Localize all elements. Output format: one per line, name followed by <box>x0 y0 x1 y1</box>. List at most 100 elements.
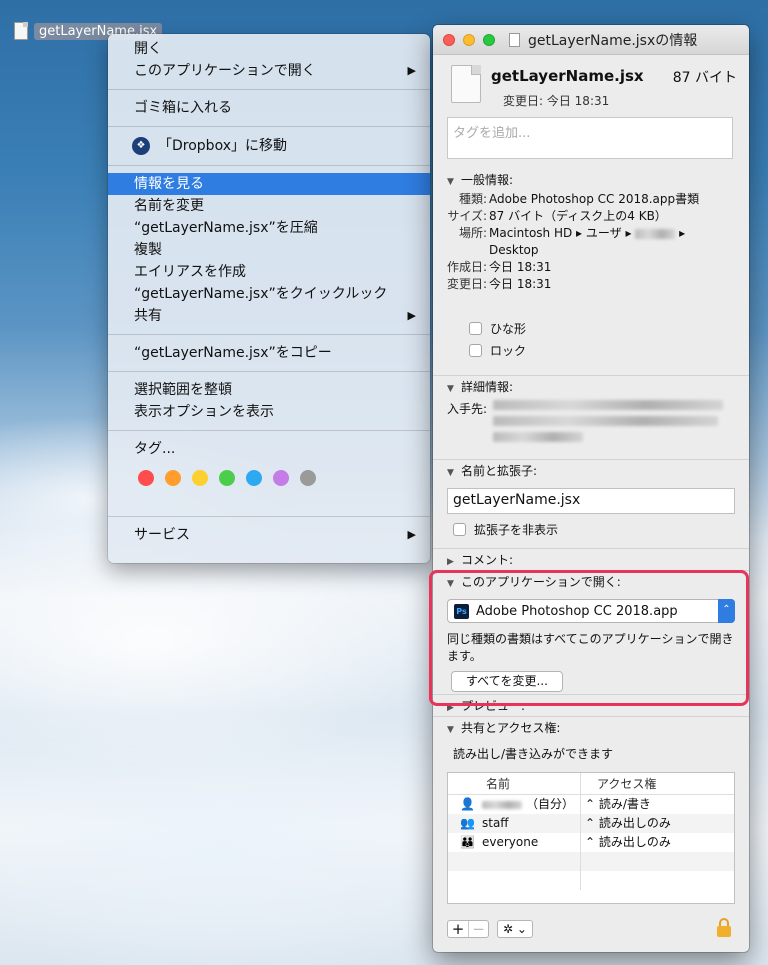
menu-clean-up[interactable]: 選択範囲を整頓 <box>108 379 430 401</box>
tag-color-dot[interactable] <box>273 470 289 486</box>
info-window: getLayerName.jsxの情報 getLayerName.jsx 87 … <box>433 25 749 952</box>
tag-input[interactable]: タグを追加... <box>447 117 733 159</box>
menu-compress[interactable]: “getLayerName.jsx”を圧縮 <box>108 217 430 239</box>
close-icon[interactable] <box>443 33 455 46</box>
add-icon[interactable]: + <box>448 921 468 937</box>
stationery-checkbox[interactable]: ひな形 <box>433 317 749 339</box>
privilege-popup[interactable]: ⌃ 読み/書き <box>581 795 651 814</box>
section-general: ▼ 一般情報: 種類: Adobe Photoshop CC 2018.app書類 … <box>433 169 749 375</box>
menu-quick-look[interactable]: “getLayerName.jsx”をクイックルック <box>108 283 430 305</box>
file-size: 87 バイト <box>672 70 737 86</box>
disclosure-down-icon: ▼ <box>447 468 454 478</box>
menu-get-info[interactable]: 情報を見る <box>108 173 430 195</box>
tag-color-dot[interactable] <box>219 470 235 486</box>
table-row[interactable]: 👪 everyone ⌃ 読み出しのみ <box>448 833 734 852</box>
table-row-empty <box>448 871 734 890</box>
size-label: サイズ: <box>447 209 487 223</box>
menu-separator <box>108 89 430 90</box>
disclosure-down-icon: ▼ <box>447 177 454 187</box>
zoom-icon[interactable] <box>483 33 495 46</box>
document-icon <box>14 22 28 40</box>
menu-trash[interactable]: ゴミ箱に入れる <box>108 97 430 119</box>
tag-color-dot[interactable] <box>246 470 262 486</box>
window-title: getLayerName.jsxの情報 <box>528 32 698 49</box>
submenu-arrow-icon: ▶ <box>407 64 416 77</box>
menu-dropbox-label: 「Dropbox」に移動 <box>158 138 287 154</box>
menu-tags[interactable]: タグ... <box>108 438 430 460</box>
menu-separator <box>108 516 430 517</box>
menu-open-with-label: このアプリケーションで開く <box>134 63 316 79</box>
tag-color-dot[interactable] <box>165 470 181 486</box>
menu-make-alias[interactable]: エイリアスを作成 <box>108 261 430 283</box>
file-modified: 変更日: 今日 18:31 <box>503 94 610 108</box>
everyone-icon: 👪 <box>460 835 475 849</box>
section-header-sharing[interactable]: ▼ 共有とアクセス権: <box>433 717 749 739</box>
table-row[interactable]: 👤 （自分） ⌃ 読み/書き <box>448 795 734 814</box>
context-menu: 開く このアプリケーションで開く ▶ ゴミ箱に入れる ❖ 「Dropbox」に移… <box>108 34 430 563</box>
menu-duplicate[interactable]: 複製 <box>108 239 430 261</box>
tag-color-dot[interactable] <box>138 470 154 486</box>
file-icon <box>451 65 481 103</box>
tag-color-row <box>108 460 430 496</box>
section-header-comments[interactable]: ▶ コメント: <box>433 549 749 571</box>
section-header-general[interactable]: ▼ 一般情報: <box>433 169 749 191</box>
user-name: （自分） <box>526 797 575 811</box>
tag-color-dot[interactable] <box>300 470 316 486</box>
section-header-name-ext[interactable]: ▼ 名前と拡張子: <box>433 460 749 482</box>
group-icon: 👥 <box>460 816 475 830</box>
permissions-table: 名前 アクセス権 👤 （自分） ⌃ 読み/書き 👥 staff ⌃ 読み出しのみ 👪… <box>447 772 735 904</box>
modified-label: 変更日: <box>446 277 487 291</box>
file-name: getLayerName.jsx <box>491 67 644 85</box>
where-value-desktop: Desktop <box>489 243 539 257</box>
section-header-more-info[interactable]: ▼ 詳細情報: <box>433 376 749 398</box>
menu-copy[interactable]: “getLayerName.jsx”をコピー <box>108 342 430 364</box>
tag-color-dot[interactable] <box>192 470 208 486</box>
section-comments: ▶ コメント: <box>433 548 749 570</box>
privilege-popup[interactable]: ⌃ 読み出しのみ <box>581 833 671 852</box>
name-field[interactable]: getLayerName.jsx <box>447 488 735 514</box>
menu-separator <box>108 430 430 431</box>
hide-extension-checkbox[interactable]: 拡張子を非表示 <box>433 518 749 540</box>
menu-rename[interactable]: 名前を変更 <box>108 195 430 217</box>
menu-share-label: 共有 <box>134 308 162 324</box>
submenu-arrow-icon: ▶ <box>407 528 416 541</box>
section-more-info: ▼ 詳細情報: 入手先: <box>433 375 749 459</box>
window-titlebar: getLayerName.jsxの情報 <box>433 25 749 55</box>
modified-value: 今日 18:31 <box>489 277 552 291</box>
col-name-header[interactable]: 名前 <box>448 773 581 794</box>
table-row[interactable]: 👥 staff ⌃ 読み出しのみ <box>448 814 734 833</box>
menu-services[interactable]: サービス ▶ <box>108 524 430 546</box>
created-label: 作成日: <box>446 260 487 274</box>
menu-separator <box>108 334 430 335</box>
highlight-frame <box>429 570 749 706</box>
menu-share[interactable]: 共有 ▶ <box>108 305 430 327</box>
sharing-summary: 読み出し/書き込みができます <box>453 747 614 761</box>
user-name: everyone <box>482 835 539 849</box>
menu-open[interactable]: 開く <box>108 38 430 60</box>
section-sharing: ▼ 共有とアクセス権: 読み出し/書き込みができます 名前 アクセス権 👤 （自分）… <box>433 716 749 936</box>
lock-icon[interactable] <box>717 918 731 938</box>
user-name: staff <box>482 816 509 830</box>
menu-view-options[interactable]: 表示オプションを表示 <box>108 401 430 423</box>
remove-icon[interactable]: − <box>468 921 488 937</box>
size-value: 87 バイト（ディスク上の4 KB） <box>489 209 667 223</box>
source-value-blurred <box>493 400 723 442</box>
menu-dropbox[interactable]: ❖ 「Dropbox」に移動 <box>108 134 430 158</box>
locked-checkbox[interactable]: ロック <box>433 339 749 361</box>
where-value: Macintosh HD ▸ ユーザ ▸ ▸ <box>489 226 686 240</box>
add-remove-control: + − <box>447 920 489 938</box>
kind-label: 種類: <box>458 192 487 206</box>
minimize-icon[interactable] <box>463 33 475 46</box>
user-icon: 👤 <box>460 797 475 811</box>
where-label: 場所: <box>458 226 487 240</box>
permissions-header: 名前 アクセス権 <box>448 773 734 795</box>
col-priv-header[interactable]: アクセス権 <box>581 773 656 794</box>
privilege-popup[interactable]: ⌃ 読み出しのみ <box>581 814 671 833</box>
dropbox-icon: ❖ <box>132 137 150 155</box>
menu-separator <box>108 165 430 166</box>
permissions-toolbar: + − ✲ ⌄ <box>447 918 735 940</box>
menu-separator <box>108 126 430 127</box>
kind-value: Adobe Photoshop CC 2018.app書類 <box>489 192 700 206</box>
menu-open-with[interactable]: このアプリケーションで開く ▶ <box>108 60 430 82</box>
gear-icon[interactable]: ✲ ⌄ <box>497 920 533 938</box>
